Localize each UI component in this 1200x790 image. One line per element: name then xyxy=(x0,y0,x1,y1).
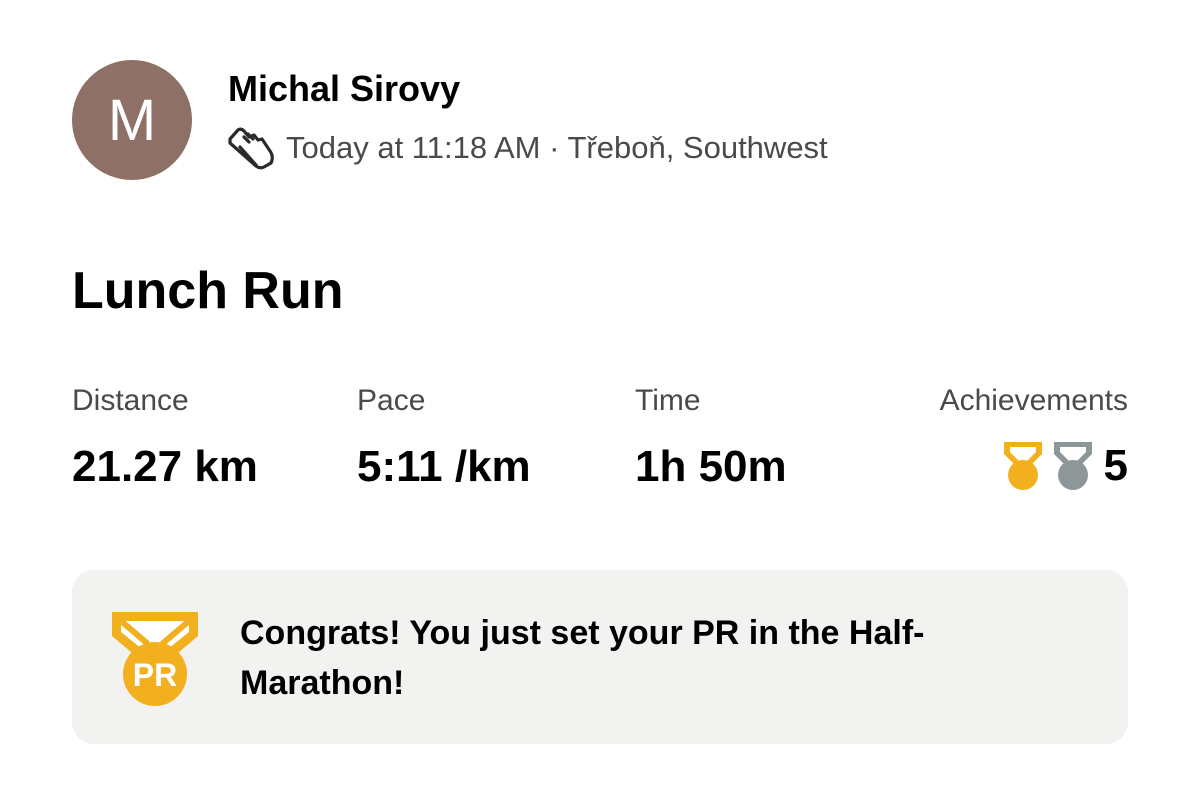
pr-banner[interactable]: PR Congrats! You just set your PR in the… xyxy=(72,570,1128,744)
stat-distance-label: Distance xyxy=(72,384,189,417)
athlete-name[interactable]: Michal Sirovy xyxy=(228,68,460,110)
activity-title[interactable]: Lunch Run xyxy=(72,260,344,322)
activity-card[interactable]: M Michal Sirovy Today at 11:18 AM · Třeb… xyxy=(0,0,1200,790)
stat-pace: Pace 5:11 /km xyxy=(357,382,531,492)
stat-achievements[interactable]: Achievements 5 xyxy=(940,382,1128,492)
running-shoe-icon xyxy=(226,125,276,171)
gold-medal-icon xyxy=(1002,440,1044,492)
pr-message: Congrats! You just set your PR in the Ha… xyxy=(240,614,925,702)
stat-time-label: Time xyxy=(635,384,701,417)
achievements-count: 5 xyxy=(1103,441,1128,490)
pr-medal-icon: PR xyxy=(108,608,202,708)
stat-distance: Distance 21.27 km xyxy=(72,382,258,492)
pr-medal-text: PR xyxy=(133,657,177,693)
stat-pace-value: 5:11 /km xyxy=(357,442,531,491)
avatar-initial: M xyxy=(107,87,157,153)
silver-medal-icon xyxy=(1052,440,1094,492)
activity-meta: Today at 11:18 AM · Třeboň, Southwest xyxy=(226,124,828,172)
stat-distance-value: 21.27 km xyxy=(72,442,258,491)
activity-date-location: Today at 11:18 AM · Třeboň, Southwest xyxy=(286,130,828,165)
stat-pace-label: Pace xyxy=(357,384,426,417)
achievements-summary[interactable]: 5 xyxy=(940,440,1128,492)
stat-achievements-label: Achievements xyxy=(939,384,1128,417)
stat-time: Time 1h 50m xyxy=(635,382,787,492)
stat-time-value: 1h 50m xyxy=(635,442,787,491)
avatar[interactable]: M xyxy=(72,60,192,180)
